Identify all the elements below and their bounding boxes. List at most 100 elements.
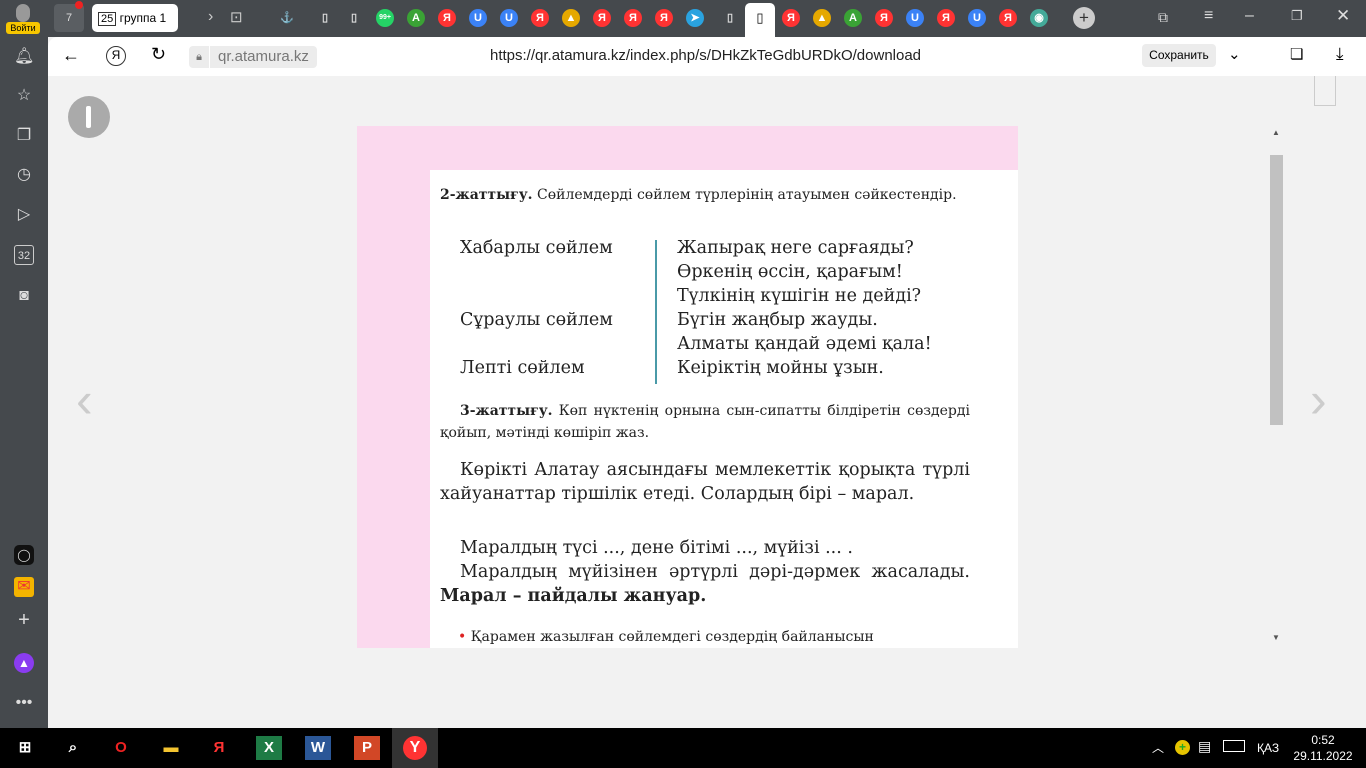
- screenshot-icon[interactable]: ◙: [14, 286, 34, 306]
- tray-up-icon[interactable]: ︿: [1152, 739, 1164, 756]
- tab-favicon[interactable]: ➤: [686, 9, 704, 27]
- tab-favicon[interactable]: A: [407, 9, 425, 27]
- sidebar: 🔔︎ ☆ ❐ ◷ ▷ 32 ◙ ◯ ✉ + ▲ •••: [0, 37, 48, 728]
- tab-group-1[interactable]: 25 группа 1: [92, 4, 178, 32]
- tab-favicon[interactable]: U: [469, 9, 487, 27]
- history-icon[interactable]: ◷: [14, 165, 34, 185]
- yandex-icon[interactable]: Я: [106, 46, 126, 66]
- tab-favicon[interactable]: U: [500, 9, 518, 27]
- scrollbar-thumb[interactable]: [1270, 155, 1283, 425]
- start-icon[interactable]: ⊞: [12, 736, 38, 760]
- calendar-badge[interactable]: 32: [14, 245, 34, 265]
- tab-favicon[interactable]: ▯: [345, 9, 363, 27]
- tab-favicon[interactable]: U: [906, 9, 924, 27]
- pdf-viewer: ‹ › 2-жаттығу. Сөйлемдерді сөйлем түрлер…: [48, 76, 1366, 728]
- play-icon[interactable]: ▷: [14, 205, 34, 225]
- tabs-icon[interactable]: ⧉: [1158, 9, 1168, 26]
- tab-favicon[interactable]: ◉: [1030, 9, 1048, 27]
- scroll-down-icon[interactable]: ▼: [1272, 633, 1280, 642]
- tab-favicon[interactable]: ▯: [316, 9, 334, 27]
- document-page: 2-жаттығу. Сөйлемдерді сөйлем түрлерінің…: [357, 126, 1018, 648]
- active-doc-tab[interactable]: ▯: [745, 3, 775, 37]
- tab-bar: Войти 7 25 группа 1 › ⊡ ⚓ ▯ ▯ 99+ A Я U U Я ▲ Я Я Я ➤…: [0, 0, 1366, 37]
- tab-favicon[interactable]: ⚓: [278, 9, 296, 27]
- yandex-y-icon: Y: [403, 736, 427, 760]
- notes-icon[interactable]: ▤: [1198, 738, 1211, 755]
- alice-app-icon[interactable]: ◯: [14, 545, 34, 565]
- avatar-icon: [16, 4, 30, 22]
- sentence-4: Бүгін жаңбыр жауды.: [677, 310, 878, 330]
- new-tab-button[interactable]: +: [1073, 7, 1095, 29]
- excel-icon[interactable]: X: [256, 736, 282, 760]
- prev-page-icon[interactable]: ‹: [76, 371, 93, 429]
- toggle-icon[interactable]: [68, 96, 110, 138]
- tab-favicon[interactable]: ▲: [813, 9, 831, 27]
- opera-icon[interactable]: O: [108, 736, 134, 760]
- sentence-1: Жапырақ неге сарғаяды?: [677, 238, 914, 258]
- collections-icon[interactable]: ❐: [14, 126, 34, 146]
- tab-favicon[interactable]: Я: [438, 9, 456, 27]
- alice-icon[interactable]: ▲: [14, 653, 34, 673]
- tab-favicon[interactable]: Я: [875, 9, 893, 27]
- domain-chip[interactable]: qr.atamura.kz: [210, 46, 317, 68]
- tray-app-icon[interactable]: +: [1175, 740, 1190, 755]
- bullet-icon: •: [458, 629, 467, 645]
- tab-favicon[interactable]: Я: [655, 9, 673, 27]
- word-icon[interactable]: W: [305, 736, 331, 760]
- clock[interactable]: 0:52 29.11.2022: [1290, 732, 1356, 764]
- exercise-3: 3-жаттығу. Көп нүктенің орнына сын-сипат…: [440, 403, 970, 441]
- sentence-6: Кеіріктің мойны ұзын.: [677, 358, 884, 378]
- bullet-text: • Қарамен жазылған сөйлемдегі сөздердің …: [458, 629, 874, 645]
- keyboard-icon[interactable]: [1223, 740, 1245, 752]
- new-folder-icon[interactable]: ⊡: [230, 8, 243, 26]
- tab-favicon[interactable]: 99+: [376, 9, 394, 27]
- sentence-2: Өркенің өссін, қарағым!: [677, 262, 903, 282]
- tab-favicon[interactable]: Я: [593, 9, 611, 27]
- paragraph-3: Маралдың мүйізінен әртүрлі дәрі-дәрмек ж…: [440, 562, 970, 606]
- tab-favicon[interactable]: U: [968, 9, 986, 27]
- paragraph-2: Маралдың түсі ..., дене бітімі ..., мүйі…: [460, 538, 853, 558]
- url-text[interactable]: https://qr.atamura.kz/index.php/s/DHkZkT…: [490, 47, 921, 64]
- restore-button[interactable]: ❐: [1291, 8, 1303, 24]
- back-icon[interactable]: ←: [62, 45, 80, 66]
- login-label: Войти: [6, 22, 40, 34]
- yandex-active-app[interactable]: Y: [392, 728, 438, 768]
- chevron-down-icon[interactable]: ⌄: [1228, 45, 1241, 63]
- download-icon[interactable]: ⤓: [1336, 44, 1344, 64]
- taskbar: ⊞ ⌕ O ▬ Я X W P Y ︿ + ▤ ҚАЗ 0:52 29.11.20…: [0, 728, 1366, 768]
- tab-favicon[interactable]: A: [844, 9, 862, 27]
- tab-favicon[interactable]: ▲: [562, 9, 580, 27]
- more-icon[interactable]: •••: [14, 693, 34, 713]
- sentence-5: Алматы қандай әдемі қала!: [677, 334, 932, 354]
- profile-button[interactable]: Войти: [6, 4, 40, 34]
- sentence-3: Түлкінің күшігін не дейді?: [677, 286, 922, 306]
- tab-favicon[interactable]: Я: [531, 9, 549, 27]
- close-button[interactable]: ✕: [1336, 6, 1350, 26]
- tab-favicon[interactable]: ▯: [721, 9, 739, 27]
- minimize-button[interactable]: –: [1245, 7, 1254, 25]
- tab-favicon[interactable]: Я: [937, 9, 955, 27]
- paragraph-1: Көрікті Алатау аясындағы мемлекеттік қор…: [440, 460, 970, 504]
- powerpoint-icon[interactable]: P: [354, 736, 380, 760]
- save-button[interactable]: Сохранить: [1142, 44, 1216, 67]
- exercise-2: 2-жаттығу. Сөйлемдерді сөйлем түрлерінің…: [440, 187, 957, 203]
- next-page-icon[interactable]: ›: [1310, 371, 1327, 429]
- star-icon[interactable]: ☆: [14, 86, 34, 106]
- bookmark-icon[interactable]: [1314, 76, 1336, 106]
- language-indicator[interactable]: ҚАЗ: [1257, 741, 1279, 755]
- add-icon[interactable]: +: [14, 610, 34, 630]
- yandex-browser-icon[interactable]: Я: [206, 736, 232, 760]
- scroll-up-icon[interactable]: ▲: [1272, 128, 1280, 137]
- notification-dot: [75, 1, 83, 9]
- search-icon[interactable]: ⌕: [60, 736, 86, 760]
- tab-favicon[interactable]: Я: [999, 9, 1017, 27]
- chevron-right-icon[interactable]: ›: [208, 8, 213, 26]
- tab-favicon[interactable]: Я: [782, 9, 800, 27]
- mail-icon[interactable]: ✉: [14, 577, 34, 597]
- reader-icon[interactable]: ❏: [1290, 45, 1303, 63]
- tab-favicon[interactable]: Я: [624, 9, 642, 27]
- reload-icon[interactable]: ↻: [151, 44, 166, 65]
- explorer-icon[interactable]: ▬: [158, 736, 184, 760]
- menu-icon[interactable]: ≡: [1204, 7, 1213, 25]
- bell-icon[interactable]: 🔔︎: [14, 47, 34, 67]
